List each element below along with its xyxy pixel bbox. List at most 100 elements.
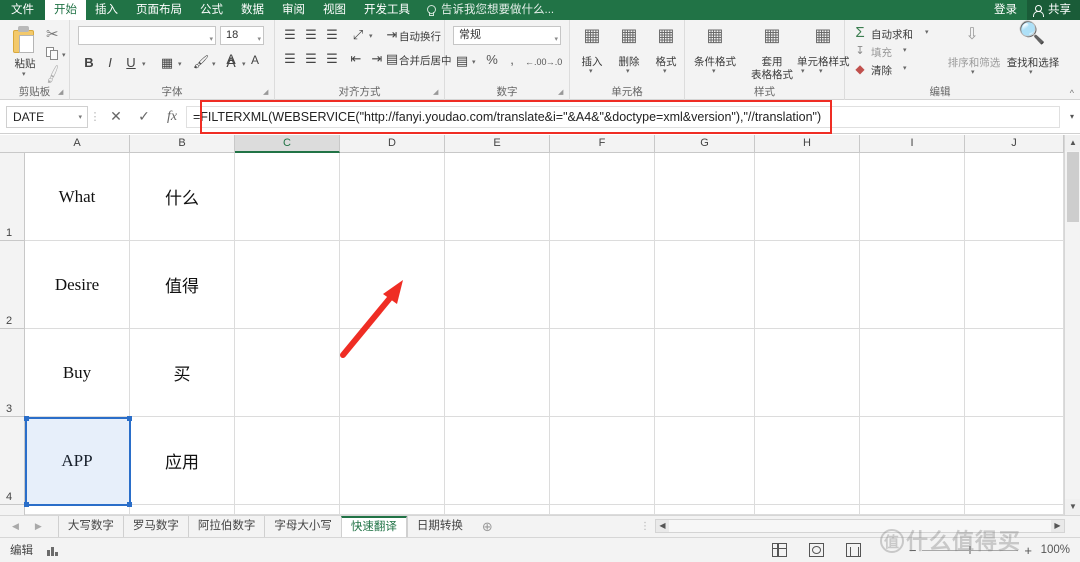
- grid-cell-A4[interactable]: APP: [25, 417, 130, 505]
- row-header-5[interactable]: [0, 505, 25, 515]
- column-header-b[interactable]: B: [130, 135, 235, 153]
- zoom-slider[interactable]: [922, 544, 1019, 556]
- grid-cell-G2[interactable]: [655, 241, 755, 329]
- grid-cell-A2[interactable]: Desire: [25, 241, 130, 329]
- shrink-font-icon[interactable]: A: [246, 51, 264, 69]
- vertical-scroll-thumb[interactable]: [1067, 152, 1079, 222]
- grid-cell-B4[interactable]: 应用: [130, 417, 235, 505]
- grid-cell-J5[interactable]: [965, 505, 1064, 515]
- page-break-view-icon[interactable]: [845, 543, 861, 557]
- record-macro-icon[interactable]: [47, 544, 61, 556]
- underline-caret[interactable]: ▾: [142, 60, 146, 68]
- grid-cell-D3[interactable]: [340, 329, 445, 417]
- grid-cell-C1[interactable]: [235, 153, 340, 241]
- accounting-format-icon[interactable]: ▤: [453, 52, 471, 70]
- grid-cell-J3[interactable]: [965, 329, 1064, 417]
- sign-in-button[interactable]: 登录: [984, 0, 1027, 20]
- increase-decimal-icon[interactable]: ←.00: [525, 53, 547, 71]
- align-center-icon[interactable]: ☰: [302, 50, 320, 68]
- accounting-caret[interactable]: ▾: [472, 58, 476, 66]
- merge-center-label[interactable]: 合并后居中: [399, 53, 452, 68]
- grid-cell-I3[interactable]: [860, 329, 965, 417]
- grid-cell-F4[interactable]: [550, 417, 655, 505]
- sheet-tab-kuaisufanyi[interactable]: 快速翻译: [340, 515, 407, 538]
- next-sheet-icon[interactable]: ▶: [35, 521, 42, 532]
- delete-cells-icon[interactable]: ▦: [617, 26, 641, 44]
- fill-label[interactable]: 填充: [871, 45, 892, 60]
- table-style-icon[interactable]: ▦: [760, 26, 784, 44]
- bold-button[interactable]: B: [80, 54, 98, 72]
- column-header-e[interactable]: E: [445, 135, 550, 153]
- grid-cell-B1[interactable]: 什么: [130, 153, 235, 241]
- normal-view-icon[interactable]: [771, 543, 787, 557]
- ribbon-tab-review[interactable]: 审阅: [273, 0, 314, 20]
- grid-cell-A3[interactable]: Buy: [25, 329, 130, 417]
- cancel-icon[interactable]: ✕: [102, 108, 130, 125]
- grid-cell-G3[interactable]: [655, 329, 755, 417]
- name-box[interactable]: DATE ▾: [6, 105, 88, 128]
- copy-dropdown-caret[interactable]: ▾: [62, 51, 66, 59]
- grid-cell-E1[interactable]: [445, 153, 550, 241]
- autosum-caret[interactable]: ▾: [925, 28, 929, 36]
- fill-color-caret[interactable]: ▾: [212, 60, 216, 68]
- ribbon-tab-file[interactable]: 文件: [0, 0, 45, 20]
- grid-cell-G1[interactable]: [655, 153, 755, 241]
- grid-cell-D4[interactable]: [340, 417, 445, 505]
- sheet-tab-daxieshuzi[interactable]: 大写数字: [57, 515, 123, 538]
- row-header-2[interactable]: 2: [0, 241, 25, 329]
- find-select-label[interactable]: 查找和选择: [1003, 55, 1063, 70]
- grid-cell-C5[interactable]: [235, 505, 340, 515]
- conditional-formatting-caret[interactable]: ▾: [712, 67, 716, 75]
- grid-cell-B2[interactable]: 值得: [130, 241, 235, 329]
- align-left-icon[interactable]: ☰: [281, 50, 299, 68]
- fill-icon[interactable]: ↧: [851, 42, 869, 60]
- ribbon-tab-page-layout[interactable]: 页面布局: [127, 0, 191, 20]
- format-cells-caret[interactable]: ▾: [663, 67, 667, 75]
- paste-dropdown-caret[interactable]: ▾: [22, 70, 26, 78]
- fill-color-icon[interactable]: 🖌: [192, 53, 210, 71]
- ribbon-tab-view[interactable]: 视图: [314, 0, 355, 20]
- prev-sheet-icon[interactable]: ◀: [12, 521, 19, 532]
- align-middle-icon[interactable]: ☰: [302, 26, 320, 44]
- search-icon[interactable]: 🔍: [1017, 22, 1047, 44]
- column-header-j[interactable]: J: [965, 135, 1064, 153]
- zoom-in-button[interactable]: +: [1024, 543, 1032, 558]
- grid-cell-J2[interactable]: [965, 241, 1064, 329]
- copy-icon[interactable]: [46, 47, 60, 61]
- delete-cells-caret[interactable]: ▾: [626, 67, 630, 75]
- wrap-text-label[interactable]: 自动换行: [399, 29, 441, 44]
- vertical-scrollbar[interactable]: ▲ ▼: [1064, 135, 1080, 515]
- font-name-caret[interactable]: ▾: [209, 31, 213, 48]
- grid-cell-E4[interactable]: [445, 417, 550, 505]
- cell-style-icon[interactable]: ▦: [811, 26, 835, 44]
- font-name-input[interactable]: ▾: [78, 26, 216, 45]
- grid-cell-A1[interactable]: What: [25, 153, 130, 241]
- grid-cell-C4[interactable]: [235, 417, 340, 505]
- percent-style-button[interactable]: %: [483, 51, 501, 69]
- grid-cell-F1[interactable]: [550, 153, 655, 241]
- format-cells-icon[interactable]: ▦: [654, 26, 678, 44]
- ribbon-tab-developer[interactable]: 开发工具: [355, 0, 419, 20]
- insert-function-icon[interactable]: fx: [158, 109, 186, 125]
- autosum-label[interactable]: 自动求和: [871, 27, 913, 42]
- sheet-tab-riqizhuanhuan[interactable]: 日期转换: [406, 515, 472, 538]
- grid-cell-I4[interactable]: [860, 417, 965, 505]
- scroll-left-icon[interactable]: ◀: [656, 520, 669, 532]
- formula-input[interactable]: =FILTERXML(WEBSERVICE("http://fanyi.youd…: [186, 105, 1060, 128]
- grid-cell-J4[interactable]: [965, 417, 1064, 505]
- borders-icon[interactable]: ▦: [158, 54, 176, 72]
- text-orientation-icon[interactable]: ⤢: [349, 26, 367, 44]
- number-format-select[interactable]: 常规 ▾: [453, 26, 561, 45]
- align-right-icon[interactable]: ☰: [323, 50, 341, 68]
- font-color-icon[interactable]: A: [222, 53, 240, 71]
- grid-cell-J1[interactable]: [965, 153, 1064, 241]
- font-size-input[interactable]: 18 ▾: [220, 26, 264, 45]
- grid-cell-A5[interactable]: [25, 505, 130, 515]
- row-header-1[interactable]: 1: [0, 153, 25, 241]
- clear-caret[interactable]: ▾: [903, 64, 907, 72]
- number-dialog-launcher[interactable]: ◢: [558, 89, 566, 97]
- fill-caret[interactable]: ▾: [903, 46, 907, 54]
- grid-cell-D1[interactable]: [340, 153, 445, 241]
- comma-style-button[interactable]: ,: [503, 51, 521, 69]
- grid-cell-E5[interactable]: [445, 505, 550, 515]
